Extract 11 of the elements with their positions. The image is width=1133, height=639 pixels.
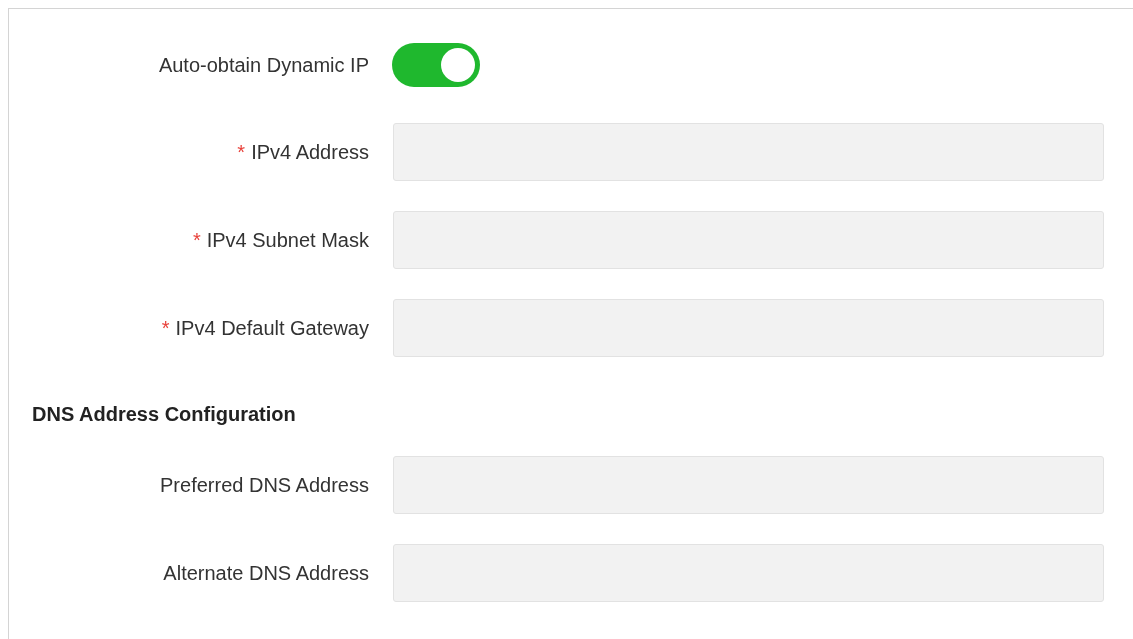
field-label: IPv4 Address xyxy=(251,140,369,163)
section-heading: DNS Address Configuration xyxy=(32,403,297,426)
field-label: IPv4 Subnet Mask xyxy=(206,228,369,251)
field-label: IPv4 Default Gateway xyxy=(175,316,369,339)
required-mark: * xyxy=(237,140,246,163)
field-label: Alternate DNS Address xyxy=(163,561,369,584)
required-mark: * xyxy=(161,316,170,339)
field-label: Preferred DNS Address xyxy=(160,473,369,496)
field-label: Auto-obtain Dynamic IP xyxy=(158,53,369,76)
required-mark: * xyxy=(192,228,201,251)
toggle-switch[interactable] xyxy=(392,43,480,87)
